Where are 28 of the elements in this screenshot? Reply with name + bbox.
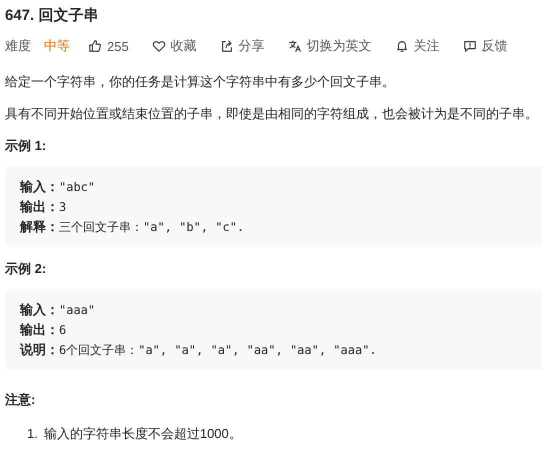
example-line: 解释：三个回文子串："a", "b", "c".: [20, 218, 246, 236]
example-line: 输入："abc": [20, 178, 96, 196]
favorite-button[interactable]: 收藏: [152, 37, 197, 55]
note-text: 输入的字符串长度不会超过1000。: [44, 425, 242, 443]
example-heading: 示例 1:: [5, 137, 48, 155]
example-line: 输入："aaa": [20, 301, 96, 319]
like-button[interactable]: 255: [88, 38, 129, 54]
problem-title: 647. 回文子串: [5, 6, 100, 26]
difficulty-value: 中等: [44, 37, 70, 55]
description-text: 具有不同开始位置或结束位置的子串，即使是由相同的字符组成，也会被计为是不同的子串。: [5, 105, 539, 123]
translate-button[interactable]: 切换为英文: [288, 37, 372, 55]
feedback-button[interactable]: 反馈: [462, 37, 508, 55]
notes-heading: 注意:: [5, 391, 36, 409]
list-number: 1.: [27, 425, 38, 443]
share-icon: [220, 39, 234, 53]
example-line: 输出：6: [20, 321, 68, 339]
follow-button[interactable]: 关注: [394, 37, 440, 55]
example-line: 输出：3: [20, 198, 68, 216]
example-line: 说明：6个回文子串："a", "a", "a", "aa", "aa", "aaa".: [20, 341, 378, 359]
description-text: 给定一个字符串，你的任务是计算这个字符串中有多少个回文子串。: [5, 73, 396, 91]
difficulty-label: 难度: [5, 37, 31, 55]
comment-icon: [462, 39, 477, 53]
share-button[interactable]: 分享: [220, 37, 265, 55]
thumbs-up-icon: [88, 39, 102, 53]
bell-icon: [394, 39, 409, 53]
translate-icon: [288, 39, 302, 53]
heart-icon: [152, 39, 166, 53]
example-heading: 示例 2:: [5, 260, 48, 278]
